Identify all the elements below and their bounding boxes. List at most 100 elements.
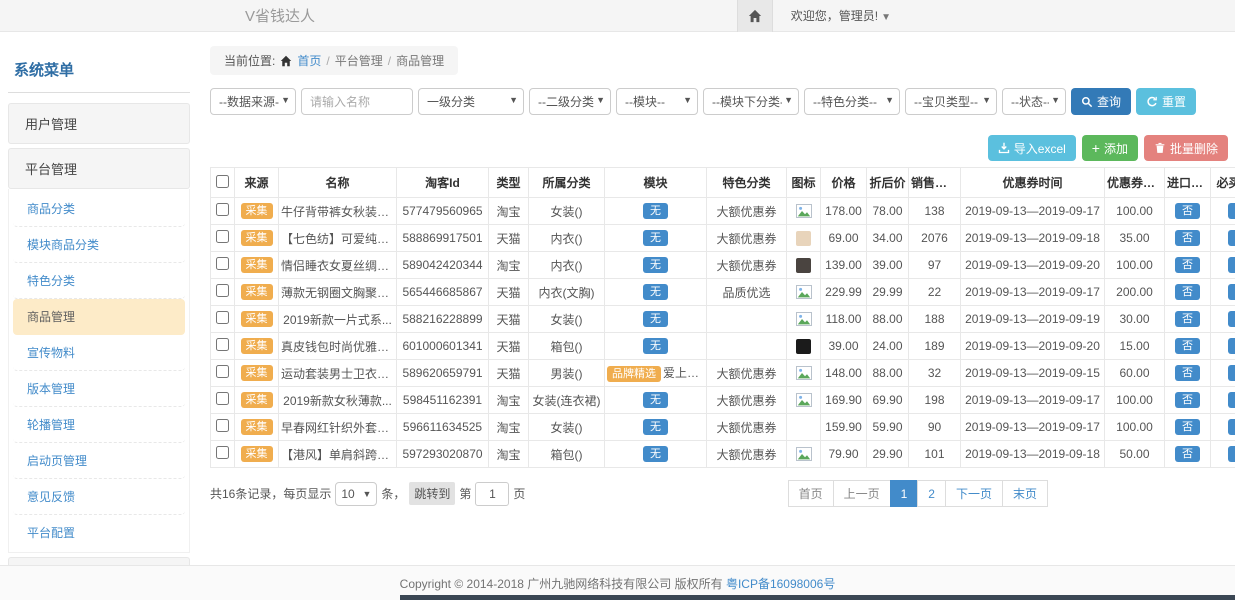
import-optimal-toggle[interactable]: 否 xyxy=(1175,446,1200,462)
import-optimal-toggle[interactable]: 否 xyxy=(1175,365,1200,381)
item-type-filter-select[interactable]: --宝贝类型-- xyxy=(905,88,997,115)
sidebar-item-宣传物料[interactable]: 宣传物料 xyxy=(13,335,185,371)
must-buy-cell: 否 xyxy=(1211,387,1235,414)
search-button[interactable]: 查询 xyxy=(1071,88,1131,115)
import-optimal-toggle[interactable]: 否 xyxy=(1175,203,1200,219)
module-badge[interactable]: 无 xyxy=(643,257,668,273)
import-excel-button[interactable]: 导入excel xyxy=(988,135,1076,161)
feature-category-filter-select[interactable]: --特色分类-- xyxy=(804,88,900,115)
row-checkbox[interactable] xyxy=(216,419,229,432)
page-button-末页[interactable]: 末页 xyxy=(1002,480,1048,507)
page-button-1[interactable]: 1 xyxy=(890,480,919,507)
sales-count-cell: 198 xyxy=(909,387,961,414)
module-badge[interactable]: 无 xyxy=(643,284,668,300)
import-optimal-toggle[interactable]: 否 xyxy=(1175,230,1200,246)
platform-type-cell: 淘宝 xyxy=(489,441,529,468)
icp-link[interactable]: 粤ICP备16098006号 xyxy=(726,575,835,592)
import-optimal-toggle[interactable]: 否 xyxy=(1175,392,1200,408)
product-name-cell: 运动套装男士卫衣初秋... xyxy=(279,360,397,387)
taoke-id-cell: 598451162391 xyxy=(397,387,489,414)
level1-category-filter-select[interactable]: 一级分类 xyxy=(418,88,524,115)
discount-price-cell: 88.00 xyxy=(867,306,909,333)
sidebar-item-平台配置[interactable]: 平台配置 xyxy=(13,515,185,550)
reset-button[interactable]: 重置 xyxy=(1136,88,1196,115)
must-buy-toggle[interactable]: 否 xyxy=(1228,230,1235,246)
jump-button[interactable]: 跳转到 xyxy=(409,482,455,505)
jump-page-input[interactable] xyxy=(475,482,509,506)
sidebar-item-平台管理[interactable]: 平台管理 xyxy=(8,148,190,189)
must-buy-toggle[interactable]: 否 xyxy=(1228,338,1235,354)
must-buy-toggle[interactable]: 否 xyxy=(1228,419,1235,435)
import-optimal-toggle[interactable]: 否 xyxy=(1175,257,1200,273)
taoke-id-cell: 589042420344 xyxy=(397,252,489,279)
import-optimal-toggle[interactable]: 否 xyxy=(1175,311,1200,327)
must-buy-toggle[interactable]: 否 xyxy=(1228,365,1235,381)
module-badge[interactable]: 无 xyxy=(643,338,668,354)
source-badge: 采集 xyxy=(241,446,273,462)
row-checkbox[interactable] xyxy=(216,311,229,324)
module-badge[interactable]: 无 xyxy=(643,419,668,435)
sidebar-item-用户管理[interactable]: 用户管理 xyxy=(8,103,190,144)
module-badge[interactable]: 无 xyxy=(643,203,668,219)
row-checkbox[interactable] xyxy=(216,203,229,216)
row-checkbox[interactable] xyxy=(216,392,229,405)
import-optimal-toggle[interactable]: 否 xyxy=(1175,284,1200,300)
must-buy-toggle[interactable]: 否 xyxy=(1228,284,1235,300)
data-source-filter-select[interactable]: --数据来源-- xyxy=(210,88,296,115)
select-all-checkbox[interactable] xyxy=(216,175,229,188)
row-checkbox[interactable] xyxy=(216,284,229,297)
import-optimal-toggle[interactable]: 否 xyxy=(1175,419,1200,435)
sidebar-item-轮播管理[interactable]: 轮播管理 xyxy=(13,407,185,443)
row-checkbox[interactable] xyxy=(216,257,229,270)
module-badge[interactable]: 无 xyxy=(643,311,668,327)
row-checkbox[interactable] xyxy=(216,446,229,459)
module-badge[interactable]: 无 xyxy=(643,446,668,462)
source-badge: 采集 xyxy=(241,365,273,381)
home-button[interactable] xyxy=(737,0,773,32)
sidebar-item-意见反馈[interactable]: 意见反馈 xyxy=(13,479,185,515)
platform-type-cell: 淘宝 xyxy=(489,387,529,414)
plus-icon: + xyxy=(1092,143,1100,153)
page-button-上一页[interactable]: 上一页 xyxy=(833,480,891,507)
sidebar-item-拼团管理[interactable]: 拼团管理 xyxy=(8,557,190,565)
add-button[interactable]: + 添加 xyxy=(1082,135,1138,161)
module-badge[interactable]: 无 xyxy=(643,392,668,408)
coupon-time-cell: 2019-09-13—2019-09-20 xyxy=(961,252,1105,279)
name-search-input[interactable] xyxy=(301,88,413,115)
level2-category-filter-select[interactable]: --二级分类-- xyxy=(529,88,611,115)
sidebar-item-特色分类[interactable]: 特色分类 xyxy=(13,263,185,299)
module-badge[interactable]: 品牌精选 xyxy=(607,366,661,382)
must-buy-toggle[interactable]: 否 xyxy=(1228,203,1235,219)
row-select-cell xyxy=(211,198,235,225)
breadcrumb-item[interactable]: 平台管理 xyxy=(335,52,383,69)
sidebar-item-商品分类[interactable]: 商品分类 xyxy=(13,191,185,227)
breadcrumb-home-link[interactable]: 首页 xyxy=(297,52,321,69)
horizontal-scrollbar-thumb[interactable] xyxy=(400,595,1235,600)
must-buy-toggle[interactable]: 否 xyxy=(1228,311,1235,327)
must-buy-toggle[interactable]: 否 xyxy=(1228,392,1235,408)
module-cell: 无 xyxy=(605,279,707,306)
row-checkbox[interactable] xyxy=(216,230,229,243)
module-filter-select[interactable]: --模块-- xyxy=(616,88,698,115)
sidebar-item-模块商品分类[interactable]: 模块商品分类 xyxy=(13,227,185,263)
coupon-amount-cell: 35.00 xyxy=(1105,225,1165,252)
sidebar-item-商品管理[interactable]: 商品管理 xyxy=(13,299,185,335)
must-buy-toggle[interactable]: 否 xyxy=(1228,446,1235,462)
source-cell: 采集 xyxy=(235,252,279,279)
must-buy-toggle[interactable]: 否 xyxy=(1228,257,1235,273)
module-subcategory-filter-select[interactable]: --模块下分类-- xyxy=(703,88,799,115)
row-select-cell xyxy=(211,387,235,414)
page-button-首页[interactable]: 首页 xyxy=(788,480,834,507)
sidebar-item-启动页管理[interactable]: 启动页管理 xyxy=(13,443,185,479)
sidebar-item-版本管理[interactable]: 版本管理 xyxy=(13,371,185,407)
page-button-2[interactable]: 2 xyxy=(917,480,946,507)
status-filter-select[interactable]: --状态-- xyxy=(1002,88,1066,115)
import-optimal-toggle[interactable]: 否 xyxy=(1175,338,1200,354)
module-badge[interactable]: 无 xyxy=(643,230,668,246)
page-button-下一页[interactable]: 下一页 xyxy=(945,480,1003,507)
row-checkbox[interactable] xyxy=(216,365,229,378)
batch-delete-button[interactable]: 批量删除 xyxy=(1144,135,1228,161)
user-menu[interactable]: 欢迎您，管理员!▼ xyxy=(791,7,891,24)
per-page-select[interactable]: 10 xyxy=(335,482,377,506)
row-checkbox[interactable] xyxy=(216,338,229,351)
